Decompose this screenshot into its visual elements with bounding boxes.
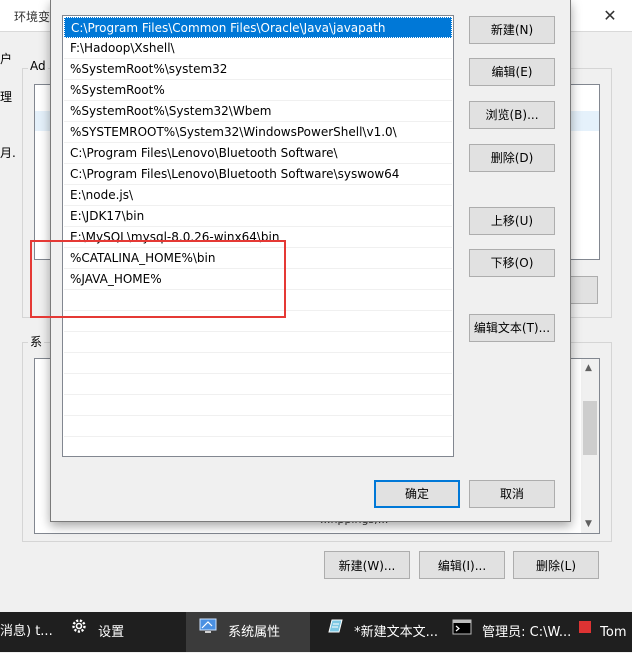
taskbar-item-label: 消息) t... [0,624,53,639]
background-label-fragment: 户 [0,52,13,66]
empty-path-row[interactable] [64,332,452,353]
system-variables-scrollbar[interactable]: ▲ ▼ [581,359,599,533]
system-edit-button[interactable]: 编辑(I)... [419,551,505,579]
scroll-down-icon[interactable]: ▼ [585,519,592,529]
gear-icon [70,612,88,652]
path-entry-row[interactable]: F:\Hadoop\Xshell\ [64,38,452,59]
background-label-fragment: 月. [0,146,16,160]
background-label-fragment: 理 [0,90,13,104]
path-entry-row[interactable]: %SYSTEMROOT%\System32\WindowsPowerShell\… [64,122,452,143]
scrollbar-thumb[interactable] [583,401,597,455]
empty-path-row[interactable] [64,416,452,437]
path-entries-list[interactable]: C:\Program Files\Common Files\Oracle\Jav… [62,15,454,457]
background-window-title: 环境变 [14,10,51,24]
system-variables-group-label: 系 [28,333,45,350]
delete-entry-button[interactable]: 删除(D) [469,144,555,172]
system-properties-icon [198,612,218,652]
path-entry-row[interactable]: %SystemRoot% [64,80,452,101]
cancel-button[interactable]: 取消 [469,480,555,508]
taskbar-item-chat[interactable]: 消息) t... [0,612,56,652]
ok-button[interactable]: 确定 [374,480,460,508]
taskbar-item-terminal[interactable]: 管理员: C:\W... [446,612,572,652]
taskbar: 消息) t... 设置 系统属性 *新建文本文... 管理员: C:\W... … [0,612,632,652]
taskbar-item-label: 系统属性 [228,624,281,640]
taskbar-item-system-properties[interactable]: 系统属性 [186,612,310,652]
path-entry-row[interactable]: C:\Program Files\Lenovo\Bluetooth Softwa… [64,143,452,164]
taskbar-item-notepad[interactable]: *新建文本文... [318,612,440,652]
empty-path-row[interactable] [64,395,452,416]
edit-entry-button[interactable]: 编辑(E) [469,58,555,86]
path-entry-row-selected[interactable]: C:\Program Files\Common Files\Oracle\Jav… [64,17,452,38]
taskbar-item-label: 管理员: C:\W... [482,624,572,640]
path-entry-row[interactable]: C:\Program Files\Lenovo\Bluetooth Softwa… [64,164,452,185]
tomcat-icon [578,612,592,652]
browse-button[interactable]: 浏览(B)... [469,101,555,129]
terminal-icon [452,612,472,652]
notepad-icon [326,612,344,652]
background-close-icon[interactable]: ✕ [598,4,622,28]
empty-path-row[interactable] [64,353,452,374]
taskbar-item-label: Tom [600,624,627,640]
move-down-button[interactable]: 下移(O) [469,249,555,277]
taskbar-item-tomcat[interactable]: Tom [574,612,632,652]
new-entry-button[interactable]: 新建(N) [469,16,555,44]
empty-path-row[interactable] [64,437,452,456]
system-delete-button[interactable]: 删除(L) [513,551,599,579]
edit-text-button[interactable]: 编辑文本(T)... [469,314,555,342]
path-entry-row[interactable]: %SystemRoot%\system32 [64,59,452,80]
move-up-button[interactable]: 上移(U) [469,207,555,235]
empty-path-row[interactable] [64,374,452,395]
scroll-up-icon[interactable]: ▲ [585,363,592,373]
user-variables-group-label: Ad [28,59,48,73]
path-entry-row[interactable]: %SystemRoot%\System32\Wbem [64,101,452,122]
highlight-annotation-box [30,240,286,318]
taskbar-item-label: *新建文本文... [354,624,439,640]
system-new-button[interactable]: 新建(W)... [324,551,410,579]
path-entry-row[interactable]: E:\node.js\ [64,185,452,206]
taskbar-item-settings[interactable]: 设置 [62,612,182,652]
path-entry-row[interactable]: E:\JDK17\bin [64,206,452,227]
taskbar-item-label: 设置 [98,624,125,640]
